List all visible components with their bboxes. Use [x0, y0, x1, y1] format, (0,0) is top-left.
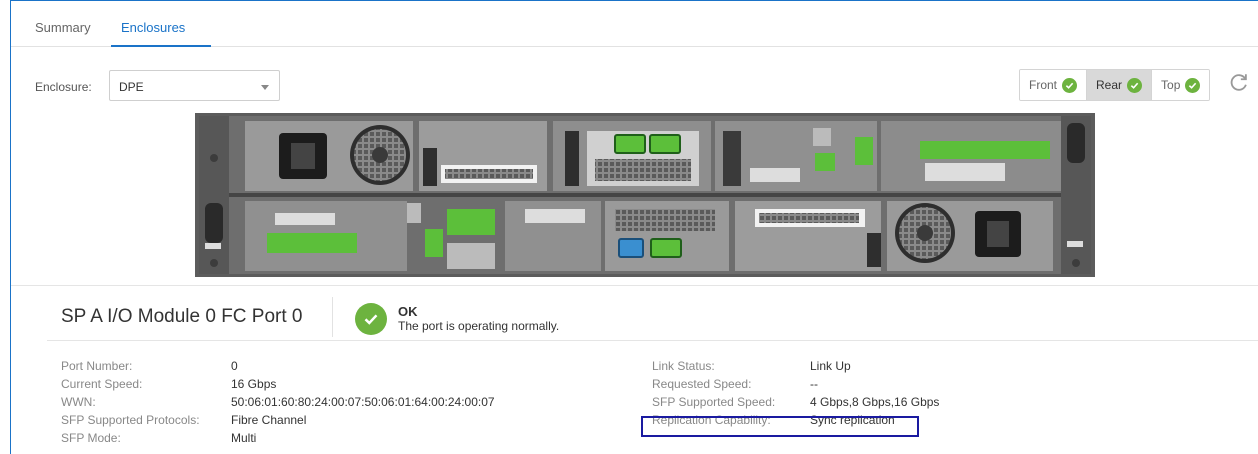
enclosure-rear-image: [195, 113, 1095, 277]
check-circle-icon: [1062, 77, 1078, 93]
tab-bar: Summary Enclosures: [11, 1, 1258, 47]
view-front-label: Front: [1029, 78, 1058, 92]
status-description: The port is operating normally.: [398, 319, 560, 333]
view-top-label: Top: [1161, 78, 1181, 92]
field-value: 0: [231, 359, 238, 373]
detail-divider: [11, 285, 1258, 286]
view-toggle-group: Front Rear Top: [1019, 69, 1211, 101]
refresh-icon[interactable]: [1228, 71, 1252, 95]
field-key: WWN:: [61, 395, 96, 409]
port-title: SP A I/O Module 0 FC Port 0: [61, 306, 303, 327]
field-key: Port Number:: [61, 359, 133, 373]
view-top-button[interactable]: Top: [1152, 70, 1210, 100]
view-front-button[interactable]: Front: [1020, 70, 1088, 100]
enclosure-label: Enclosure:: [35, 80, 92, 94]
view-rear-label: Rear: [1096, 78, 1123, 92]
check-circle-icon: [1185, 77, 1201, 93]
enclosure-select[interactable]: DPE: [109, 70, 280, 101]
status-title: OK: [398, 304, 418, 319]
field-value: --: [810, 377, 818, 391]
tab-summary[interactable]: Summary: [35, 20, 91, 35]
field-value: Multi: [231, 431, 257, 445]
title-status-separator: [332, 297, 333, 337]
field-key: SFP Supported Protocols:: [61, 413, 200, 427]
enclosure-panel: Summary Enclosures Enclosure: DPE Front …: [10, 0, 1258, 454]
detail-inner-divider: [47, 340, 1258, 341]
view-rear-button[interactable]: Rear: [1087, 70, 1153, 100]
field-value: 50:06:01:60:80:24:00:07:50:06:01:64:00:2…: [231, 395, 495, 409]
field-value: 16 Gbps: [231, 377, 277, 391]
tab-enclosures[interactable]: Enclosures: [121, 20, 185, 35]
field-key: Requested Speed:: [652, 377, 752, 391]
check-circle-icon: [355, 303, 387, 335]
field-key: SFP Supported Speed:: [652, 395, 776, 409]
field-key: Link Status:: [652, 359, 715, 373]
field-value: 4 Gbps,8 Gbps,16 Gbps: [810, 395, 940, 409]
field-value: Link Up: [810, 359, 851, 373]
replication-highlight-box: [641, 416, 919, 437]
check-circle-icon: [1127, 77, 1143, 93]
enclosure-select-value: DPE: [119, 80, 144, 94]
field-value: Fibre Channel: [231, 413, 307, 427]
field-key: Current Speed:: [61, 377, 143, 391]
active-tab-indicator: [111, 45, 211, 47]
field-key: SFP Mode:: [61, 431, 121, 445]
chevron-down-icon: [261, 85, 269, 90]
